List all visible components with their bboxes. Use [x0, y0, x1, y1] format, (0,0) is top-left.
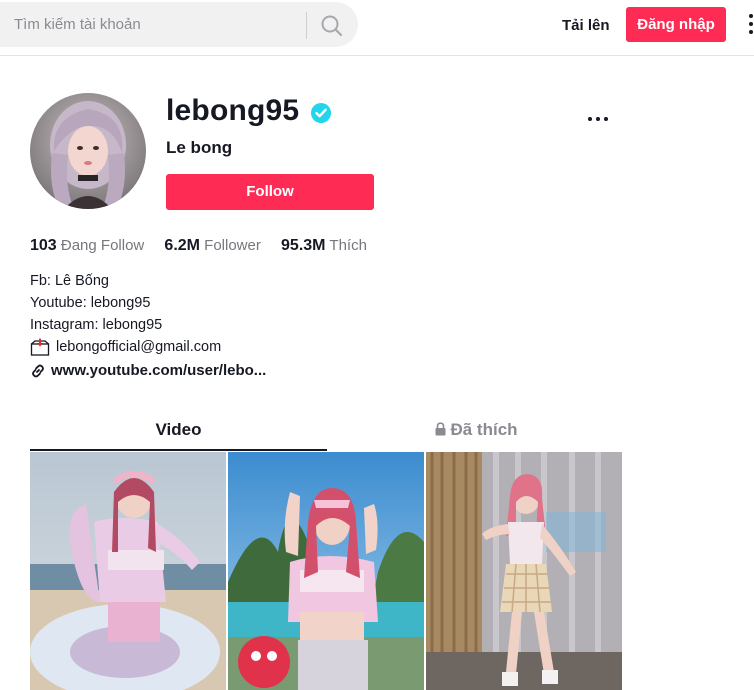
profile-website-text: www.youtube.com/user/lebo...	[51, 362, 267, 379]
stat-following-label: Đang Follow	[60, 237, 145, 254]
stat-following[interactable]: 103 Đang Follow	[30, 237, 144, 255]
profile-more-icon[interactable]	[588, 108, 612, 121]
more-menu-icon[interactable]	[745, 14, 754, 36]
stat-following-count: 103	[30, 237, 57, 254]
tab-active-indicator	[30, 449, 327, 451]
top-bar: Tìm kiếm tài khoản Tải lên Đăng nhập	[0, 0, 754, 56]
profile-nickname: Le bong	[166, 138, 233, 157]
video-thumbnail[interactable]	[426, 452, 622, 690]
search-input[interactable]: Tìm kiếm tài khoản	[14, 16, 141, 33]
stat-followers-count: 6.2M	[164, 237, 200, 254]
upload-link[interactable]: Tải lên	[562, 17, 610, 34]
stat-likes-count: 95.3M	[281, 237, 326, 254]
tab-liked-label: Đã thích	[450, 420, 518, 439]
video-thumbnail[interactable]	[30, 452, 226, 690]
verified-badge-icon	[311, 103, 331, 123]
inbox-tray-icon	[30, 338, 50, 356]
tab-liked[interactable]: Đã thích	[330, 420, 622, 450]
link-icon	[32, 364, 44, 377]
profile-stats: 103 Đang Follow 6.2M Follower 95.3M Thíc…	[30, 237, 383, 255]
profile-username: lebong95	[166, 94, 300, 127]
bio-line-youtube: Youtube: lebong95	[30, 295, 151, 311]
search-bar[interactable]: Tìm kiếm tài khoản	[0, 2, 358, 47]
stat-likes-label: Thích	[329, 237, 367, 254]
search-icon[interactable]	[318, 12, 346, 40]
search-divider	[306, 12, 307, 39]
follow-button[interactable]: Follow	[166, 174, 374, 210]
bio-email-text: lebongofficial@gmail.com	[56, 339, 222, 355]
stat-likes: 95.3M Thích	[281, 237, 367, 255]
bio-line-email: lebongofficial@gmail.com	[30, 336, 221, 358]
tab-video[interactable]: Video	[30, 420, 327, 450]
profile-bio: Fb: Lê Bống Youtube: lebong95 Instagram:…	[30, 270, 221, 358]
stat-followers-label: Follower	[204, 237, 261, 254]
lock-icon	[435, 422, 446, 436]
video-thumbnail[interactable]	[228, 452, 424, 690]
login-button[interactable]: Đăng nhập	[626, 7, 726, 42]
stat-followers[interactable]: 6.2M Follower	[164, 237, 260, 255]
bio-line-instagram: Instagram: lebong95	[30, 317, 163, 333]
avatar	[30, 93, 146, 209]
bio-line-facebook: Fb: Lê Bống	[30, 273, 109, 289]
profile-website-link[interactable]: www.youtube.com/user/lebo...	[30, 362, 266, 379]
